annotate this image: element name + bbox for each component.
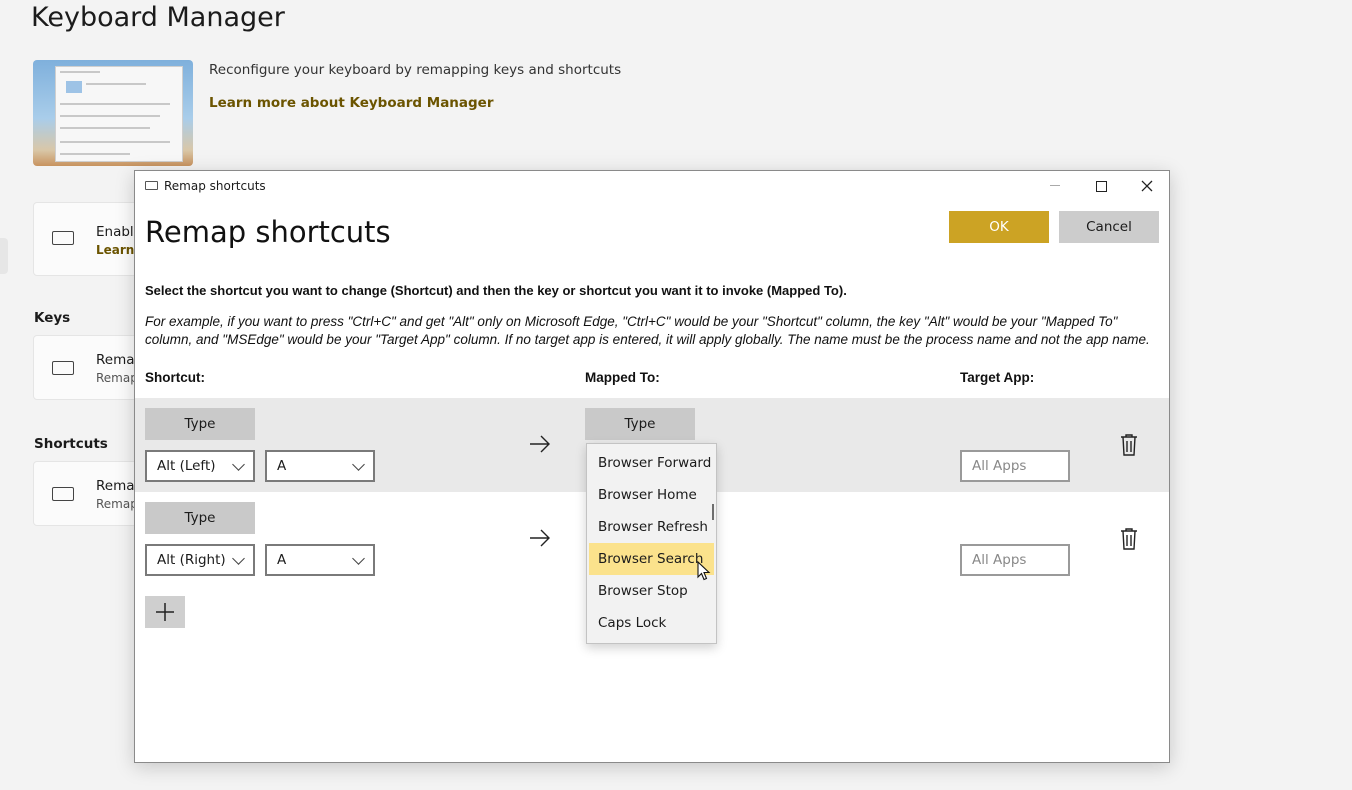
- cancel-button[interactable]: Cancel: [1059, 211, 1159, 243]
- instruction-text: Select the shortcut you want to change (…: [145, 283, 847, 298]
- target-app-input[interactable]: All Apps: [960, 544, 1070, 576]
- keyboard-icon: [52, 487, 74, 501]
- plus-icon: [156, 603, 174, 621]
- key-combo[interactable]: A: [265, 450, 375, 482]
- dropdown-option[interactable]: Browser Home: [589, 479, 714, 511]
- key-combo-value: A: [277, 552, 287, 568]
- keyboard-icon: [52, 231, 74, 245]
- shortcuts-section-heading: Shortcuts: [34, 436, 108, 452]
- dropdown-option[interactable]: Browser Refresh: [589, 511, 714, 543]
- keys-section-heading: Keys: [34, 310, 71, 326]
- mouse-cursor-icon: [697, 561, 711, 581]
- page-title: Keyboard Manager: [31, 2, 285, 33]
- dropdown-scrollbar[interactable]: [712, 504, 714, 520]
- add-shortcut-button[interactable]: [145, 596, 185, 628]
- dialog-heading: Remap shortcuts: [145, 215, 391, 249]
- mapped-key-dropdown-list[interactable]: Browser Forward Browser Home Browser Ref…: [586, 443, 717, 644]
- dropdown-option[interactable]: Browser Forward: [589, 447, 714, 479]
- title-bar[interactable]: Remap shortcuts: [135, 171, 1169, 201]
- key-combo[interactable]: A: [265, 544, 375, 576]
- keyboard-icon: [52, 361, 74, 375]
- maximize-button[interactable]: [1078, 171, 1124, 201]
- shortcut-type-button[interactable]: Type: [145, 408, 255, 440]
- chevron-down-icon: [232, 552, 245, 565]
- ok-button[interactable]: OK: [949, 211, 1049, 243]
- learn-more-link[interactable]: Learn more about Keyboard Manager: [209, 95, 494, 111]
- close-button[interactable]: [1124, 171, 1169, 201]
- key-combo-value: A: [277, 458, 287, 474]
- dropdown-option-highlighted[interactable]: Browser Search: [589, 543, 714, 575]
- remap-shortcuts-dialog: Remap shortcuts Remap shortcuts OK Cance…: [134, 170, 1170, 763]
- chevron-down-icon: [352, 552, 365, 565]
- modifier-combo-value: Alt (Left): [157, 458, 216, 474]
- mapped-type-button[interactable]: Type: [585, 408, 695, 440]
- chevron-down-icon: [352, 458, 365, 471]
- window-title: Remap shortcuts: [164, 179, 266, 193]
- modifier-combo-value: Alt (Right): [157, 552, 226, 568]
- chevron-down-icon: [232, 458, 245, 471]
- dropdown-option[interactable]: Caps Lock: [589, 607, 714, 639]
- arrow-right-icon: [530, 529, 550, 547]
- keyboard-icon: [145, 181, 158, 190]
- maximize-icon: [1095, 180, 1107, 192]
- modifier-combo[interactable]: Alt (Right): [145, 544, 255, 576]
- dropdown-option[interactable]: Browser Stop: [589, 575, 714, 607]
- minimize-button[interactable]: [1032, 171, 1078, 201]
- delete-icon[interactable]: [1120, 528, 1138, 550]
- hero-image-window: [55, 66, 183, 162]
- column-header-mapped-to: Mapped To:: [585, 370, 660, 385]
- delete-icon[interactable]: [1120, 434, 1138, 456]
- column-header-target-app: Target App:: [960, 370, 1035, 385]
- arrow-right-icon: [530, 435, 550, 453]
- minimize-icon: [1050, 185, 1060, 186]
- example-text: For example, if you want to press "Ctrl+…: [145, 314, 1150, 347]
- shortcut-type-button[interactable]: Type: [145, 502, 255, 534]
- close-icon: [1141, 180, 1153, 192]
- hero-image: [33, 60, 193, 166]
- page-description: Reconfigure your keyboard by remapping k…: [209, 62, 622, 78]
- column-header-shortcut: Shortcut:: [145, 370, 205, 385]
- modifier-combo[interactable]: Alt (Left): [145, 450, 255, 482]
- target-app-input[interactable]: All Apps: [960, 450, 1070, 482]
- nav-edge: [0, 238, 8, 274]
